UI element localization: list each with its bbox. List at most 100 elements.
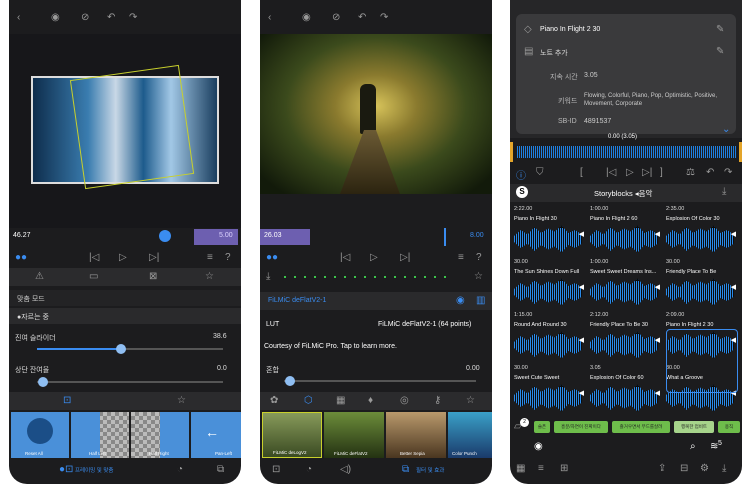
target-icon[interactable]: ◎ — [400, 395, 409, 406]
mix-knob[interactable] — [284, 376, 295, 386]
section-sub[interactable]: ●자르는 중 — [9, 308, 241, 324]
gear-icon[interactable]: ⚙ — [700, 463, 709, 474]
search-icon[interactable]: ⌕ — [690, 441, 696, 452]
key-icon[interactable]: ⚷ — [434, 395, 441, 406]
eye-icon[interactable]: ◉ — [456, 295, 465, 306]
star-icon[interactable]: ☆ — [474, 271, 483, 282]
play-icon[interactable]: ▷ — [626, 167, 634, 178]
list-icon[interactable]: ≡ — [207, 252, 213, 263]
filter-bottom-icon[interactable]: ⧉ — [402, 464, 409, 475]
redo-icon[interactable]: ↷ — [129, 12, 137, 23]
crop-icon[interactable]: ⊡ — [272, 464, 280, 475]
skip-start-icon[interactable]: |◁ — [340, 252, 350, 263]
section-mode[interactable]: 맞춤 모드 — [9, 290, 241, 306]
toggle-icon[interactable]: ●● — [15, 252, 27, 263]
mood-tag[interactable]: 용직 — [718, 421, 740, 433]
cube-icon[interactable]: ⬡ — [304, 395, 313, 406]
preset-thumb[interactable]: Half Right — [131, 412, 189, 458]
framing-bottom-icon[interactable]: ●⊡ — [59, 464, 73, 475]
back-chevron-icon[interactable]: ‹ — [17, 12, 20, 23]
import-icon[interactable]: ⤓ — [722, 186, 726, 197]
play-icon[interactable]: ▷ — [119, 252, 127, 263]
warning-icon[interactable]: ⚠ — [35, 271, 44, 282]
speaker-icon[interactable]: ◀ — [655, 336, 660, 344]
filter-thumb[interactable]: Better Sepia — [386, 412, 446, 458]
skip-start-icon[interactable]: |◁ — [89, 252, 99, 263]
chevron-down-icon[interactable]: ⌄ — [722, 124, 730, 135]
speaker-icon[interactable]: ◀ — [731, 283, 736, 291]
star-icon[interactable]: ☆ — [466, 395, 475, 406]
timeline[interactable]: 26.03 8.00 — [260, 228, 492, 246]
hamburger-icon[interactable]: ≡ — [538, 463, 544, 474]
timeline-knob[interactable] — [159, 230, 171, 242]
grid-icon[interactable]: ▦ — [336, 395, 345, 406]
preset-thumb[interactable]: Half Left — [71, 412, 129, 458]
favorite-icon[interactable]: ☆ — [177, 395, 186, 406]
list-icon[interactable]: ≡ — [458, 252, 464, 263]
pencil-icon[interactable]: ✎ — [716, 46, 724, 57]
add-icon[interactable]: ⊞ — [560, 463, 568, 474]
back-chevron-icon[interactable]: ‹ — [268, 12, 271, 23]
slider1-knob[interactable] — [115, 344, 126, 354]
camera-icon[interactable]: ⧉ — [217, 464, 224, 475]
speaker-icon[interactable]: ◀ — [579, 230, 584, 238]
shield-icon[interactable]: ⛉ — [536, 167, 544, 178]
help-icon[interactable]: ? — [225, 252, 231, 263]
timeline[interactable]: 46.27 5.00 — [9, 228, 241, 246]
speaker-icon[interactable]: ◀ — [655, 283, 660, 291]
share-icon[interactable]: ⇪ — [658, 463, 666, 474]
doc-icon[interactable]: ▭ — [89, 271, 98, 282]
preset-thumb[interactable]: Reset All — [11, 412, 69, 458]
slider2-knob[interactable] — [37, 377, 48, 387]
star-icon[interactable]: ☆ — [205, 271, 214, 282]
redo-icon[interactable]: ↷ — [380, 12, 388, 23]
speaker-icon[interactable]: ◀ — [579, 336, 584, 344]
slider2-track[interactable] — [37, 377, 223, 387]
filter-thumb[interactable]: FiLMiC deLogV2 — [262, 412, 322, 458]
preset-thumb[interactable]: ← Pan-Left — [191, 412, 241, 458]
speaker-icon[interactable]: ◁) — [340, 464, 351, 475]
toggle-icon[interactable]: ●● — [266, 252, 278, 263]
drop-icon[interactable]: ♦ — [368, 395, 373, 406]
pencil-icon[interactable]: ✎ — [716, 24, 724, 35]
waveform-scrubber[interactable] — [510, 142, 742, 162]
track-title[interactable]: Piano In Flight 2 30 — [540, 26, 600, 33]
video-frame[interactable] — [260, 34, 492, 194]
mood-tag[interactable]: 행복한 업비트 — [674, 421, 714, 433]
speaker-icon[interactable]: ◀ — [731, 230, 736, 238]
bottom-label[interactable]: 필터 및 효과 — [416, 466, 444, 474]
courtesy-text[interactable]: Courtesy of FiLMiC Pro. Tap to learn mor… — [264, 343, 397, 350]
palette-icon[interactable]: ✿ — [270, 395, 278, 406]
undo-icon[interactable]: ↶ — [358, 12, 366, 23]
eye-hidden-icon[interactable]: ⊘ — [332, 12, 340, 23]
play-icon[interactable]: ▷ — [370, 252, 378, 263]
eye-hidden-icon[interactable]: ⊘ — [81, 12, 89, 23]
skip-start-icon[interactable]: |◁ — [606, 167, 616, 178]
gauge-icon[interactable]: ◔ — [306, 464, 312, 475]
lut-value[interactable]: FiLMiC deFlatV2-1 (64 points) — [378, 321, 471, 328]
trash-icon[interactable]: ▥ — [476, 295, 485, 306]
note-label[interactable]: 노트 추가 — [540, 48, 568, 58]
speaker-icon[interactable]: ◀ — [655, 389, 660, 397]
eye-icon[interactable]: ◉ — [302, 12, 311, 23]
bracket-right-icon[interactable]: ] — [660, 167, 663, 178]
crop-handle-box[interactable] — [69, 64, 195, 190]
export-icon[interactable]: ⤓ — [722, 463, 726, 474]
mood-tag[interactable]: 슬픈 — [534, 421, 550, 433]
filter-thumb[interactable]: FiLMiC deFlatV2 — [324, 412, 384, 458]
slider1-track[interactable] — [37, 344, 223, 354]
gauge-icon[interactable]: ◔ — [177, 464, 183, 475]
bottom-label[interactable]: 프레이밍 및 맞춤 — [75, 466, 113, 474]
undo-icon[interactable]: ↶ — [706, 167, 714, 178]
help-icon[interactable]: ? — [476, 252, 482, 263]
skip-end-icon[interactable]: ▷| — [400, 252, 410, 263]
mood-tag[interactable]: 즐거우면서 무드를살려 — [612, 421, 670, 433]
speaker-icon[interactable]: ◀ — [579, 389, 584, 397]
eye-icon[interactable]: ◉ — [51, 12, 60, 23]
radio-icon[interactable]: ◉ — [534, 441, 543, 452]
filter-thumb[interactable]: Color Punch — [448, 412, 492, 458]
mood-tag[interactable]: 흥분/자연이 진짜이다 — [554, 421, 608, 433]
undo-icon[interactable]: ↶ — [107, 12, 115, 23]
framing-icon[interactable]: ⊡ — [63, 395, 71, 406]
speaker-icon[interactable]: ◀ — [579, 283, 584, 291]
